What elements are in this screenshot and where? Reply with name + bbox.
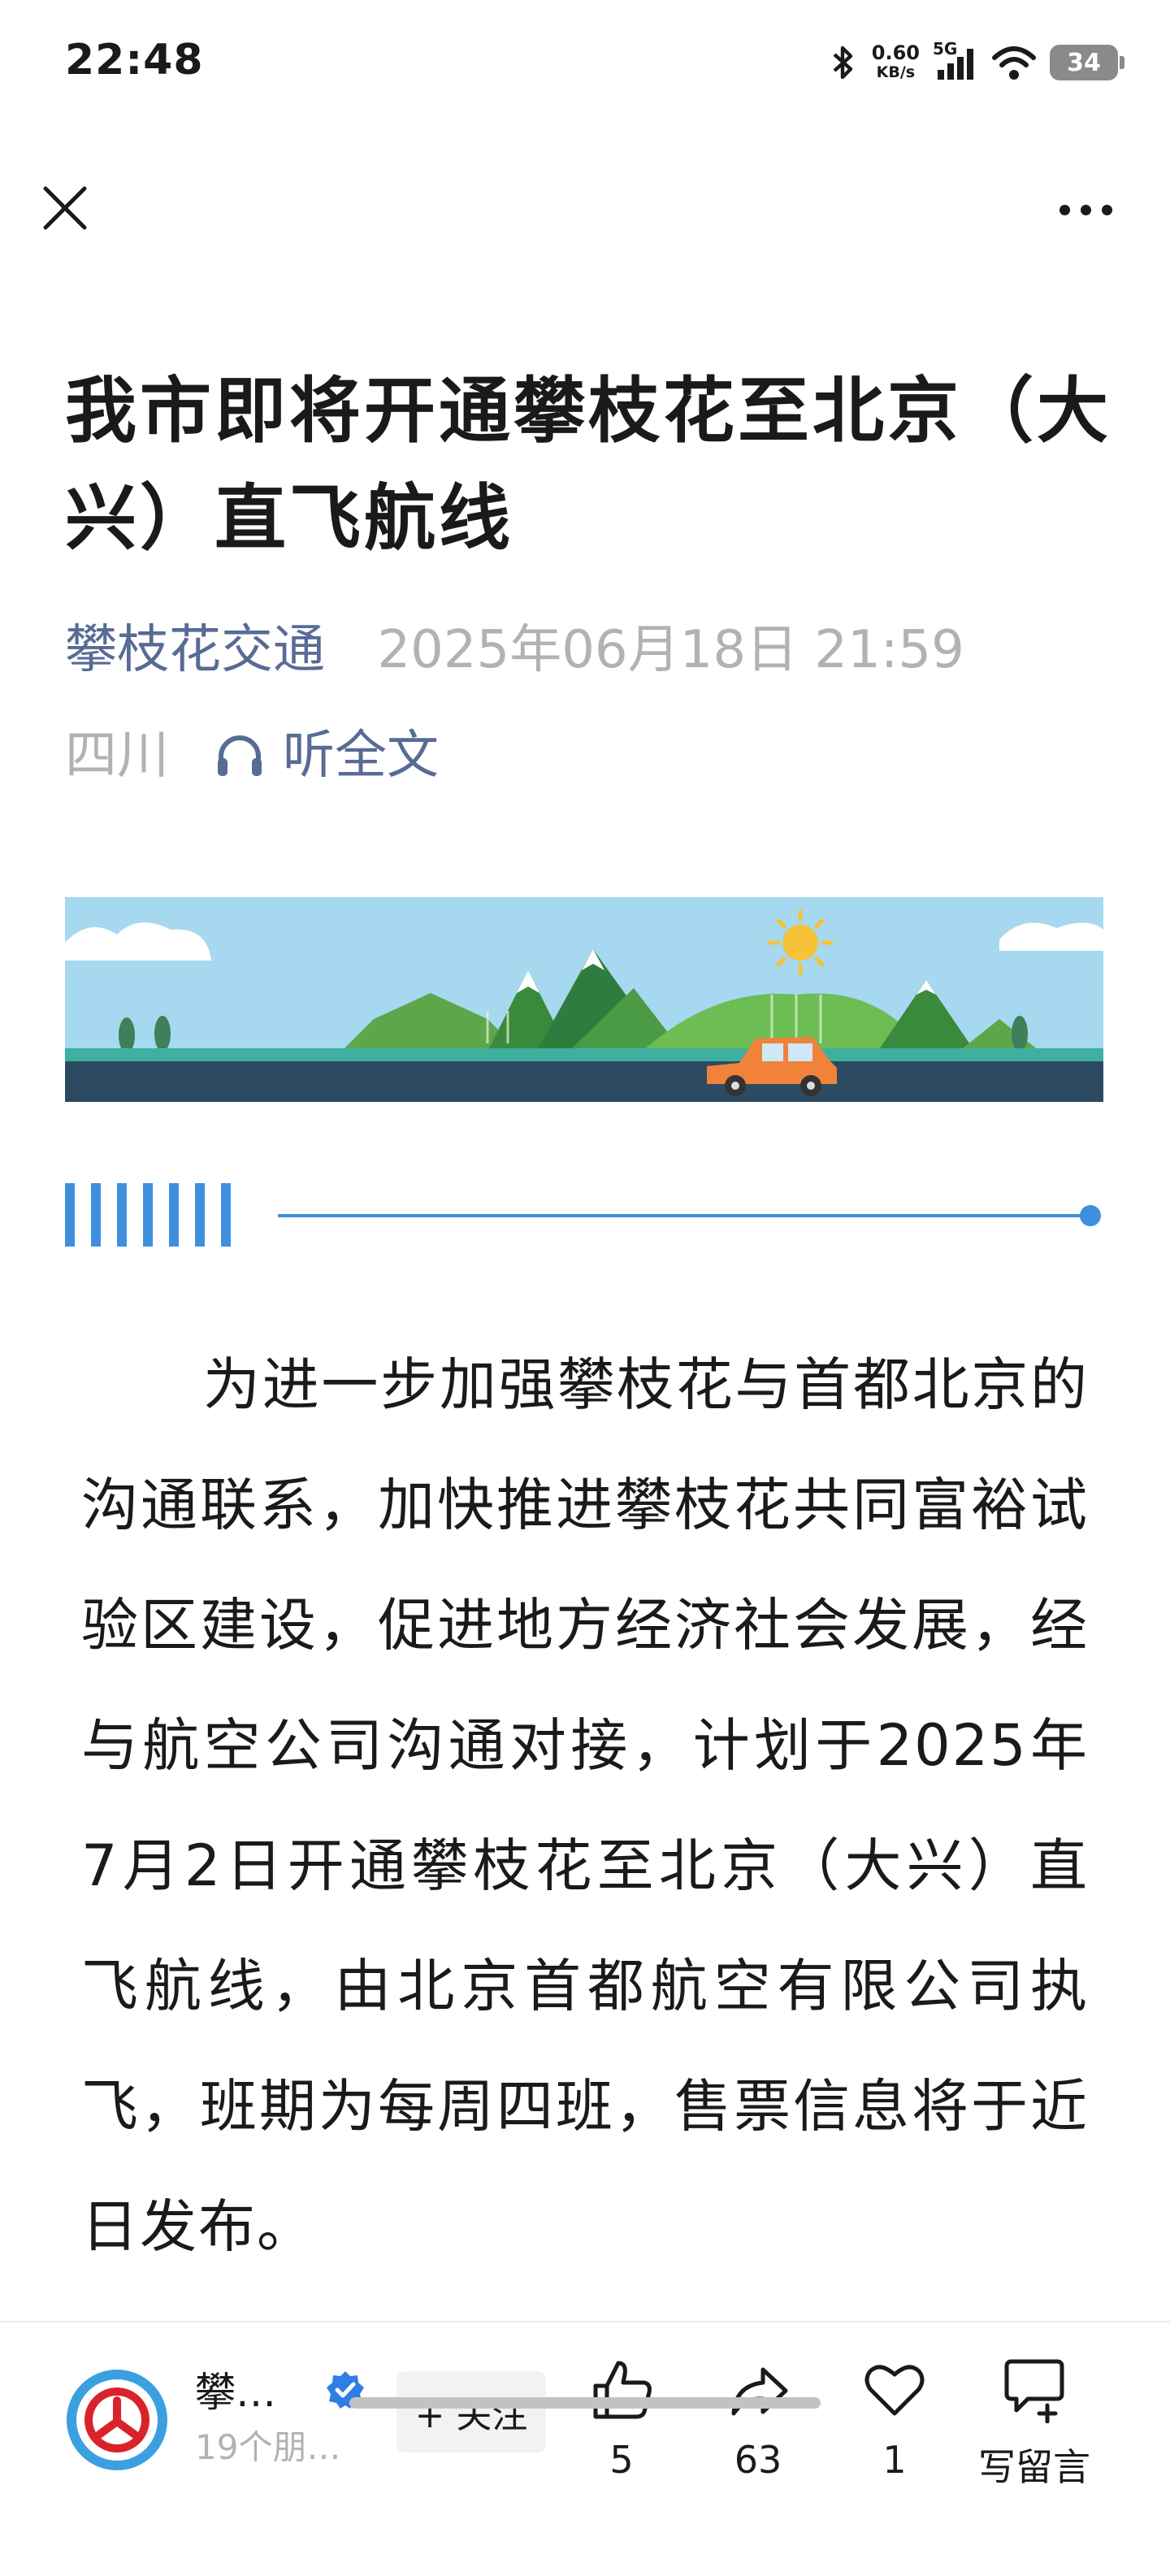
net-speed: 0.60 KB/s xyxy=(872,43,920,82)
more-dot xyxy=(1080,204,1091,215)
comment-icon xyxy=(1004,2359,1064,2423)
account-source-link[interactable]: 攀枝花交通 xyxy=(65,620,325,680)
more-dot xyxy=(1059,204,1070,215)
article-meta-2: 四川 听全文 xyxy=(65,723,439,788)
heart-icon xyxy=(864,2365,925,2416)
share-button[interactable]: 63 xyxy=(697,2355,819,2482)
signal-icon: 5G xyxy=(933,39,978,83)
bluetooth-icon xyxy=(833,46,852,80)
close-icon[interactable] xyxy=(41,184,89,232)
publish-datetime: 2025年06月18日 21:59 xyxy=(377,620,964,680)
listen-button[interactable]: 听全文 xyxy=(214,723,439,788)
net-speed-unit: KB/s xyxy=(876,63,916,81)
write-comment-button[interactable]: 写留言 xyxy=(973,2355,1095,2491)
battery-level: 34 xyxy=(1067,48,1101,77)
article-title: 我市即将开通攀枝花至北京（大兴）直飞航线 xyxy=(65,369,1112,560)
sun-icon xyxy=(767,909,834,976)
section-divider xyxy=(65,1183,1101,1247)
account-avatar[interactable] xyxy=(65,2368,169,2472)
heart-count: 1 xyxy=(882,2438,907,2482)
headphones-icon xyxy=(218,735,262,776)
article-body: 为进一步加强攀枝花与首都北京的沟通联系，加快推进攀枝花共同富裕试验区建设，促进地… xyxy=(81,1351,1089,2260)
comment-label: 写留言 xyxy=(978,2445,1090,2489)
more-dot xyxy=(1101,204,1112,215)
listen-label: 听全文 xyxy=(283,726,439,786)
account-name[interactable]: 攀… xyxy=(195,2360,276,2418)
more-icon[interactable] xyxy=(1053,193,1118,226)
recommend-button[interactable]: 1 xyxy=(834,2355,956,2482)
follow-button[interactable]: + 关注 xyxy=(396,2371,546,2452)
thumbs-up-icon xyxy=(593,2361,652,2419)
article-meta: 攀枝花交通 2025年06月18日 21:59 xyxy=(65,618,964,683)
like-count: 5 xyxy=(609,2438,634,2482)
status-time: 22:48 xyxy=(65,36,204,85)
share-arrow-icon xyxy=(731,2367,788,2416)
like-button[interactable]: 5 xyxy=(561,2355,682,2482)
net-speed-value: 0.60 xyxy=(871,41,920,64)
home-indicator[interactable] xyxy=(349,2397,821,2409)
status-bar: 22:48 0.60 KB/s 5G 34 xyxy=(0,0,1170,130)
bottom-bar: 攀… 19个朋… + 关注 5 63 1 写留言 xyxy=(0,2321,1170,2576)
region-label: 四川 xyxy=(65,726,169,786)
account-friends: 19个朋… xyxy=(195,2427,341,2467)
banner-illustration xyxy=(65,897,1103,1102)
battery-icon: 34 xyxy=(1050,45,1124,80)
status-icons: 0.60 KB/s 5G 34 xyxy=(826,36,1124,89)
wifi-icon xyxy=(992,46,1036,80)
share-count: 63 xyxy=(734,2438,782,2482)
